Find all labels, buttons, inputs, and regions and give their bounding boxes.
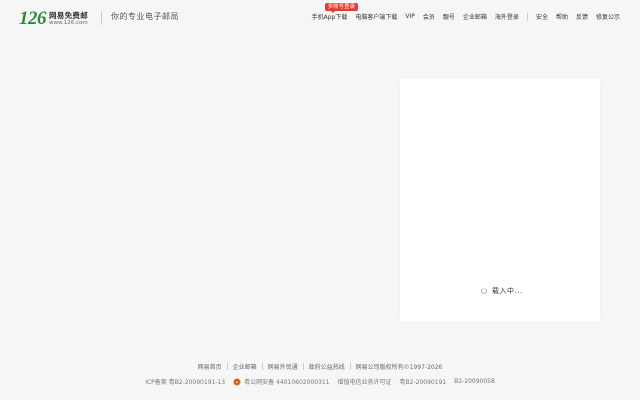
loading-spinner-icon [481, 288, 487, 294]
footer-link-foreign-trade[interactable]: 网易外贸通 [268, 362, 298, 371]
police-emblem-icon [233, 377, 241, 386]
nav-notice[interactable]: 修复公示 [596, 12, 620, 21]
footer-copyright: 网易公司版权所有©1997-2026 [355, 364, 443, 371]
footer-telecom-number: 粤B2-20090191 [399, 379, 447, 386]
nav-help[interactable]: 帮助 [556, 12, 568, 21]
slogan: 你的专业电子邮局 [111, 12, 179, 21]
footer-telecom-license[interactable]: 增值电信业务许可证 [338, 377, 392, 386]
footer-icp[interactable]: ICP备案 粤B2-20090191-13 [145, 377, 225, 386]
footer-psb[interactable]: 粤公网安备 44010602000311 [233, 377, 330, 386]
loading-indicator: 载入中... [400, 286, 600, 296]
nav-security[interactable]: 安全 [536, 12, 548, 21]
loading-text: 载入中... [492, 287, 523, 295]
footer-divider [261, 363, 263, 370]
nav-pc-client[interactable]: 电脑客户端下载 [355, 12, 397, 21]
footer-license-2: B2-20090058 [454, 378, 495, 385]
multi-account-badge: 多账号登录 [324, 3, 359, 13]
nav-overseas[interactable]: 海外登录 [495, 12, 519, 21]
login-card: 载入中... [400, 78, 600, 322]
logo-url: www.126.com [49, 20, 88, 26]
footer-links: 网易首页 企业邮箱 网易外贸通 政府公益热线 网易公司版权所有©1997-202… [0, 362, 640, 371]
header: 126 网易免费邮 www.126.com 你的专业电子邮局 多账号登录 手机A… [0, 0, 640, 34]
nav-enterprise[interactable]: 企业邮箱 [463, 12, 487, 21]
logo-text: 网易免费邮 www.126.com [49, 10, 88, 27]
logo-name: 网易免费邮 [49, 10, 88, 20]
footer-divider [349, 363, 351, 370]
nav-pretty-number[interactable]: 靓号 [443, 12, 455, 21]
nav-app-download-label: 手机App下载 [311, 14, 348, 21]
footer-divider [226, 363, 228, 370]
nav-divider [526, 12, 528, 21]
nav-vip[interactable]: VIP [405, 13, 415, 20]
footer-link-netease-home[interactable]: 网易首页 [198, 362, 222, 371]
nav-app-download[interactable]: 多账号登录 手机App下载 [311, 3, 359, 21]
footer-link-enterprise-mail[interactable]: 企业邮箱 [233, 362, 257, 371]
footer-registration: ICP备案 粤B2-20090191-13 粤公网安备 440106020003… [0, 377, 640, 386]
top-nav: 多账号登录 手机App下载 电脑客户端下载 VIP 会员 靓号 企业邮箱 海外登… [311, 3, 620, 21]
nav-feedback[interactable]: 反馈 [576, 12, 588, 21]
logo-number: 126 [19, 8, 47, 29]
header-divider [101, 11, 102, 25]
footer-link-gov-hotline[interactable]: 政府公益热线 [309, 362, 345, 371]
nav-member[interactable]: 会员 [423, 12, 435, 21]
footer-psb-text: 粤公网安备 44010602000311 [244, 379, 330, 386]
footer-divider [302, 363, 304, 370]
logo[interactable]: 126 网易免费邮 www.126.com [19, 9, 88, 29]
